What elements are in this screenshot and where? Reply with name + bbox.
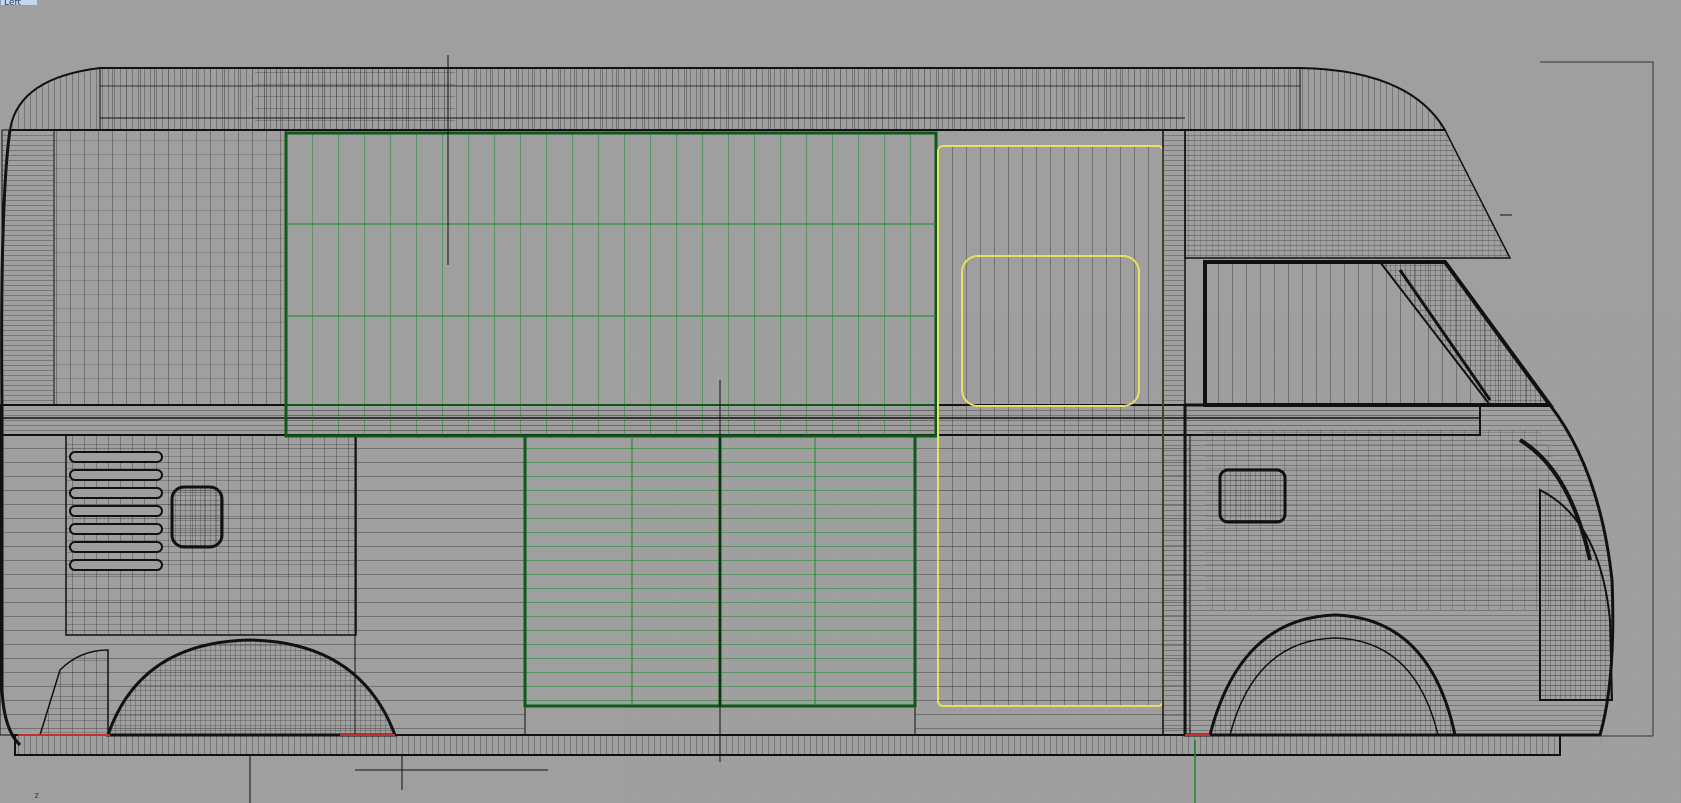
rocker-panel bbox=[14, 734, 1561, 756]
fuel-cap bbox=[170, 485, 224, 549]
axis-indicator-icon: z bbox=[34, 791, 40, 801]
cab-door-handle bbox=[1218, 468, 1287, 524]
rear-panel-upper bbox=[1, 129, 55, 406]
lower-body-mid bbox=[354, 434, 526, 736]
vent-louvers bbox=[69, 451, 163, 571]
roof-band-mesh bbox=[255, 68, 455, 130]
wireframe-scene[interactable] bbox=[0, 0, 1681, 803]
selected-window-sill bbox=[285, 404, 937, 437]
b-pillar bbox=[1162, 129, 1186, 736]
selected-window-panel bbox=[284, 131, 938, 438]
viewport-left[interactable]: Left z bbox=[0, 0, 1681, 803]
